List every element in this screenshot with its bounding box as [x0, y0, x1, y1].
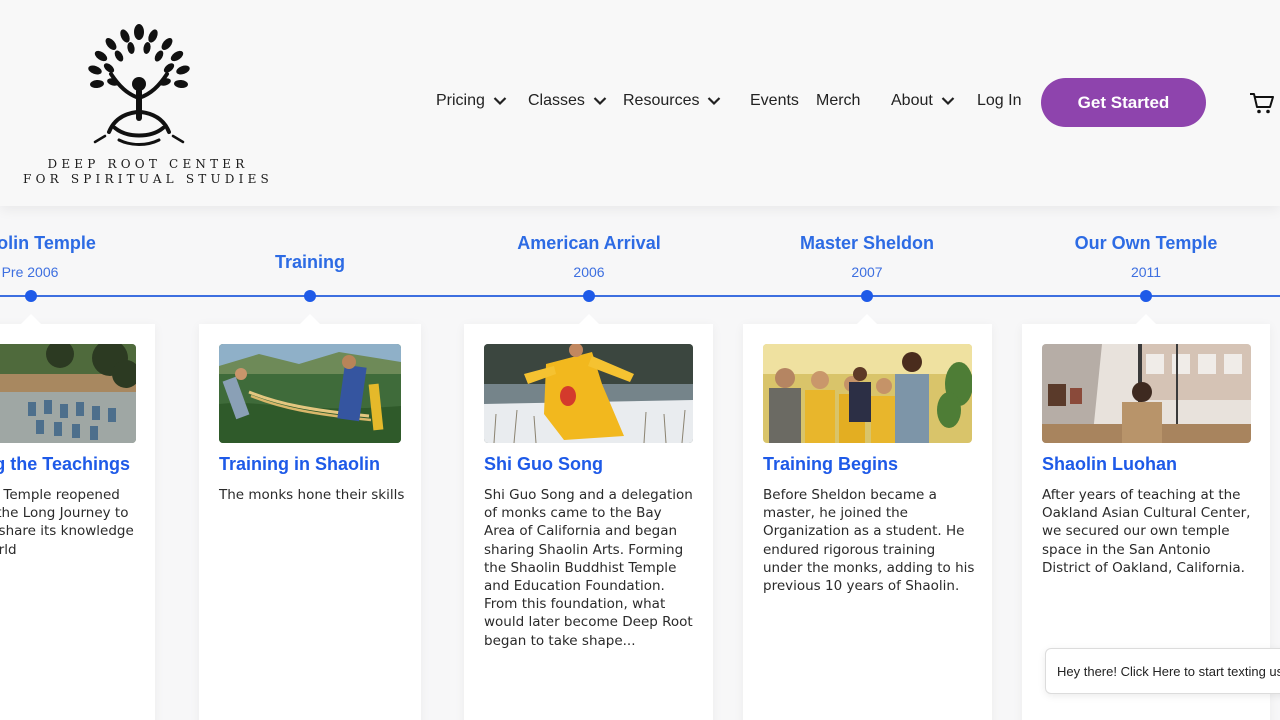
card-text: Shi Guo Song and a delegation of monks c…: [484, 487, 693, 649]
nav-about-label: About: [891, 92, 933, 109]
chevron-down-icon: [493, 97, 507, 106]
history-timeline: Shaolin Temple Pre 2006 Training America…: [0, 206, 1280, 720]
nav-resources[interactable]: Resources: [623, 92, 721, 110]
logo-text-line1: DEEP ROOT CENTER: [47, 157, 249, 171]
timeline-axis: [0, 295, 1280, 297]
card-text-body: The Shaolin Temple reopened and began th…: [0, 487, 134, 558]
nav-resources-label: Resources: [623, 92, 700, 109]
timeline-dot[interactable]: [25, 290, 37, 302]
tree-meditation-icon: [88, 24, 190, 146]
nav-merch-label: Merch: [816, 92, 861, 109]
card-photo: [0, 344, 136, 443]
chevron-down-icon: [593, 97, 607, 106]
timeline-dot[interactable]: [861, 290, 873, 302]
nav-login[interactable]: Log In: [977, 92, 1021, 110]
card-title: Shaolin Luohan: [1042, 454, 1177, 474]
site-header: DEEP ROOT CENTER FOR SPIRITUAL STUDIES P…: [0, 0, 1280, 206]
chevron-down-icon: [708, 97, 721, 106]
timeline-event-title: Master Sheldon: [799, 233, 935, 253]
cart-icon[interactable]: [1249, 91, 1275, 115]
nav-classes[interactable]: Classes: [528, 92, 607, 110]
nav-pricing[interactable]: Pricing: [436, 92, 507, 110]
timeline-dot[interactable]: [583, 290, 595, 302]
chat-widget-button[interactable]: Hey there! Click Here to start texting u…: [1045, 648, 1280, 694]
card-title: Shi Guo Song: [484, 454, 603, 474]
get-started-button[interactable]: Get Started: [1041, 78, 1206, 127]
timeline-event-title: Training: [274, 252, 346, 272]
timeline-event-year: Pre 2006: [1, 264, 59, 280]
card-text: Before Sheldon became a master, he joine…: [763, 487, 975, 595]
timeline-event-title: Shaolin Temple: [0, 233, 96, 253]
card-photo: [1042, 344, 1251, 443]
nav-pricing-label: Pricing: [436, 92, 485, 109]
timeline-card[interactable]: Shi Guo Song Shi Guo Song and a delegati…: [464, 324, 713, 720]
timeline-event-title: Our Own Temple: [1074, 233, 1218, 253]
timeline-card[interactable]: Training in Shaolin The monks hone their…: [199, 324, 421, 720]
timeline-event-title: American Arrival: [517, 233, 661, 253]
card-text: The monks hone their skills: [219, 487, 405, 503]
timeline-card[interactable]: Reviving the Teachings The Shaolin Templ…: [0, 324, 155, 720]
chevron-down-icon: [941, 97, 955, 106]
card-photo: [219, 344, 401, 443]
timeline-card[interactable]: Training Begins Before Sheldon became a …: [743, 324, 992, 720]
card-title: Reviving the Teachings: [0, 454, 130, 474]
nav-events-label: Events: [750, 92, 799, 109]
nav-classes-label: Classes: [528, 92, 585, 109]
card-text: The Shaolin Temple reopened and began th…: [0, 486, 134, 559]
card-photo: [763, 344, 972, 443]
timeline-event-year: 2006: [573, 264, 605, 280]
card-photo: [484, 344, 693, 443]
card-title: Training in Shaolin: [219, 454, 381, 474]
timeline-dot[interactable]: [1140, 290, 1152, 302]
nav-login-label: Log In: [977, 92, 1022, 109]
timeline-event-year: 2007: [851, 264, 883, 280]
card-title: Training Begins: [763, 454, 899, 474]
nav-events[interactable]: Events: [750, 92, 799, 110]
nav-about[interactable]: About: [891, 92, 955, 110]
timeline-dot[interactable]: [304, 290, 316, 302]
logo-text-line2: FOR SPIRITUAL STUDIES: [23, 172, 273, 186]
nav-merch[interactable]: Merch: [816, 92, 860, 110]
timeline-event-year: 2011: [1130, 264, 1162, 280]
card-text: After years of teaching at the Oakland A…: [1042, 487, 1251, 576]
